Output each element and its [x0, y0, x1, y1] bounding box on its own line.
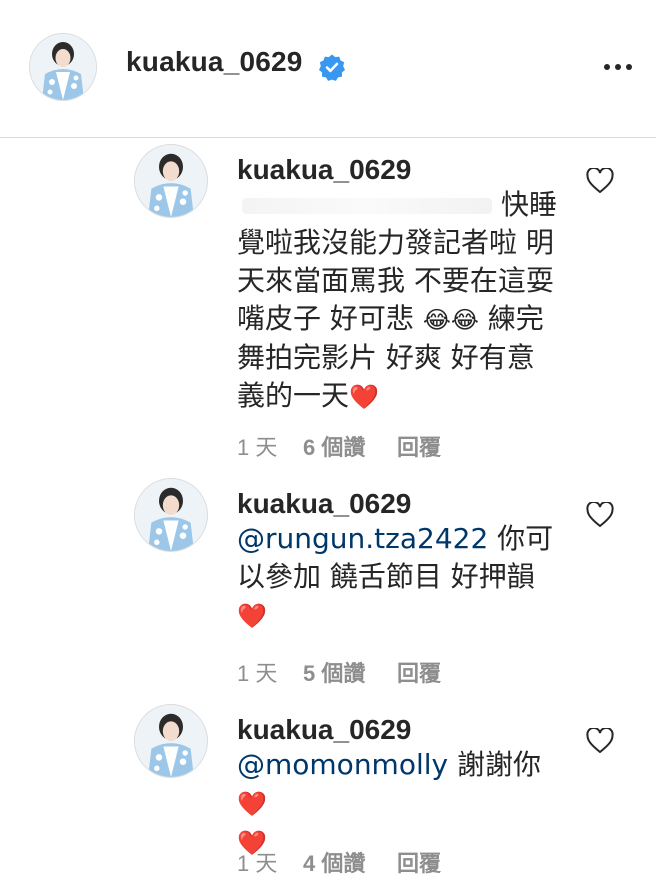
user-mention-link[interactable]: @momonmolly: [237, 748, 448, 781]
comment-line: 天來當面罵我 不要在這耍: [237, 264, 554, 297]
comment-line: 義的一天❤️: [237, 377, 557, 416]
comment-username[interactable]: kuakua_0629: [237, 154, 411, 186]
comment-avatar[interactable]: [135, 705, 207, 777]
like-heart-icon[interactable]: [586, 500, 614, 528]
reply-button[interactable]: 回覆: [397, 430, 441, 462]
comment-line-text: 義的一天: [237, 379, 350, 412]
red-heart-emoji-icon: ❤️: [237, 790, 267, 818]
comment-avatar[interactable]: [135, 145, 207, 217]
comment-likes[interactable]: 6 個讚: [303, 430, 365, 462]
reply-button[interactable]: 回覆: [397, 846, 441, 878]
comment-time: 1 天: [237, 851, 278, 876]
comment-avatar[interactable]: [135, 479, 207, 551]
instagram-comments-view: kuakua_0629 kuakua_0629 快睡 覺啦我沒能力發記者啦 明 …: [0, 0, 656, 894]
comment-text: @momonmolly 謝謝你 ❤️ ❤️: [237, 746, 557, 862]
tears-of-joy-emoji-icon: 😂😂: [422, 306, 479, 334]
reply-button[interactable]: 回覆: [397, 656, 441, 688]
comment-line: 快睡: [237, 186, 557, 224]
avatar-image: [30, 34, 96, 100]
comment-text: @rungun.tza2422 你可 以參加 饒舌節目 好押韻 ❤️: [237, 520, 557, 635]
comment-line-text: 嘴皮子 好可悲: [237, 302, 423, 335]
comment-line: @rungun.tza2422 你可: [237, 520, 557, 558]
red-heart-emoji-icon: ❤️: [349, 383, 379, 411]
like-heart-icon[interactable]: [586, 166, 614, 194]
comment-line: 嘴皮子 好可悲 😂😂 練完: [237, 300, 557, 339]
comment-line: 舞拍完影片 好爽 好有意: [237, 341, 535, 374]
comment-username[interactable]: kuakua_0629: [237, 714, 411, 746]
header-username[interactable]: kuakua_0629: [126, 46, 303, 78]
comment-text: 快睡 覺啦我沒能力發記者啦 明 天來當面罵我 不要在這耍 嘴皮子 好可悲 😂😂 …: [237, 186, 557, 416]
comment-username[interactable]: kuakua_0629: [237, 488, 411, 520]
profile-avatar[interactable]: [30, 34, 96, 100]
user-mention-link[interactable]: @rungun.tza2422: [237, 522, 488, 555]
comment-likes[interactable]: 5 個讚: [303, 656, 365, 688]
avatar-image: [135, 479, 207, 551]
more-options-icon[interactable]: [598, 52, 638, 82]
comment-line-text: 謝謝你: [448, 748, 541, 781]
comment-line: 以參加 饒舌節目 好押韻: [237, 560, 535, 593]
avatar-image: [135, 705, 207, 777]
like-heart-icon[interactable]: [586, 726, 614, 754]
comment-likes[interactable]: 4 個讚: [303, 846, 365, 878]
comment-line: 覺啦我沒能力發記者啦 明: [237, 226, 554, 259]
comment-line: @momonmolly 謝謝你 ❤️: [237, 746, 557, 823]
post-header: kuakua_0629: [0, 0, 656, 138]
verified-badge-icon: [318, 53, 346, 81]
avatar-image: [135, 145, 207, 217]
comment-line: ❤️: [237, 596, 557, 635]
comment-line-text: 你可: [488, 522, 554, 555]
red-heart-emoji-icon: ❤️: [237, 602, 267, 630]
comment-line-text: 練完: [478, 302, 544, 335]
redacted-text: [242, 198, 493, 214]
comment-time: 1 天: [237, 435, 278, 460]
comment-time: 1 天: [237, 661, 278, 686]
comment-line-text: 快睡: [500, 188, 557, 221]
